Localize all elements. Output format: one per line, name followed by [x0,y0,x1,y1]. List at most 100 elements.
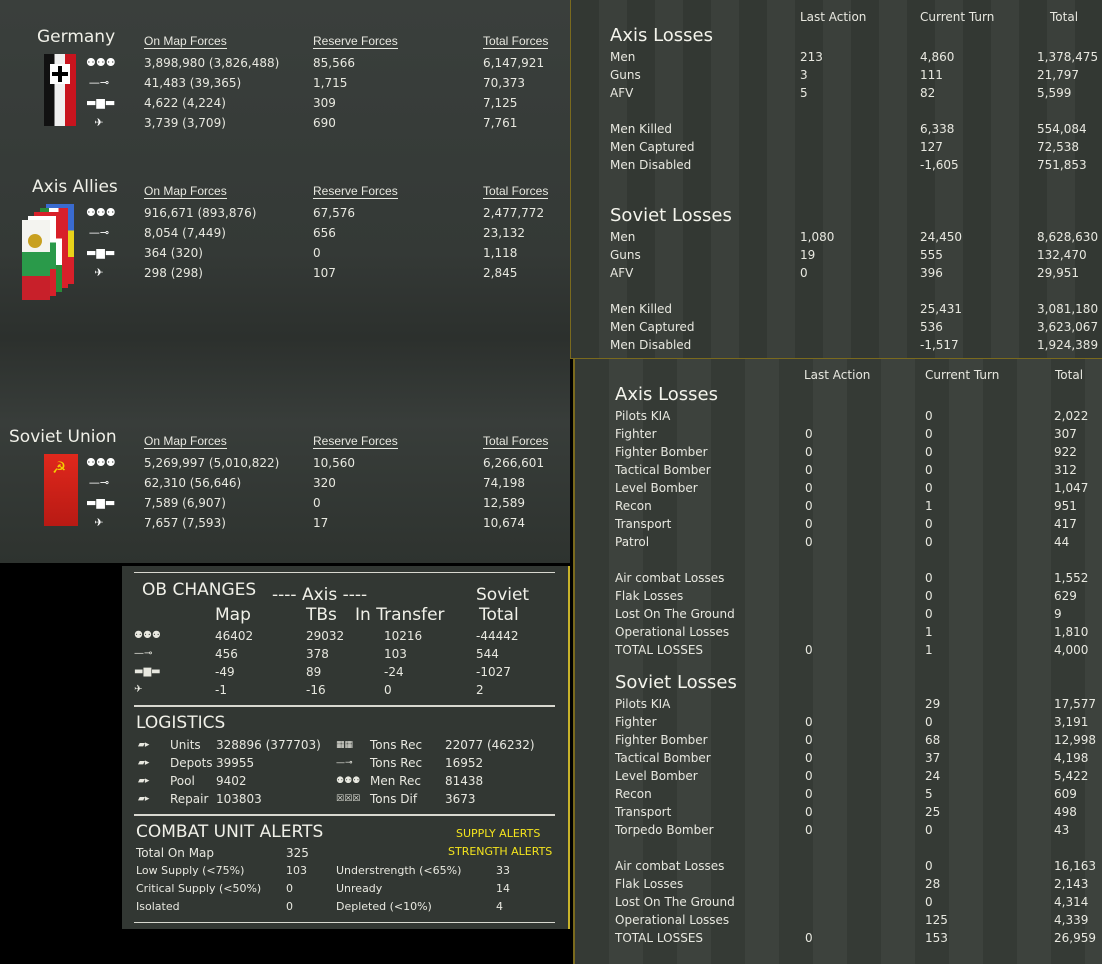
reserve-forces-value: 1,715 [313,76,348,90]
loss-last-action-value: 1,080 [800,230,835,244]
ground-losses-panel: Last Action Current Turn Total Axis Loss… [570,0,1102,359]
ob-logistics-alerts-panel: OB CHANGES ---- Axis ---- Soviet Map TBs… [122,566,570,929]
loss-last-action-value: 213 [800,50,823,64]
header-on-map-forces: On Map Forces [144,34,227,49]
loss-row-label: Men [610,230,636,244]
loss-total-value: 4,000 [1054,643,1089,657]
loss-current-turn-value: 0 [925,445,933,459]
aircraft-icon: ✈ [94,266,104,279]
loss-row-label: Air combat Losses [615,859,725,873]
loss-current-turn-value: 25 [925,805,941,819]
loss-total-value: 629 [1054,589,1077,603]
strength-alert-value: 14 [496,882,510,895]
header-reserve-forces: Reserve Forces [313,34,398,49]
gun-icon: —⊸ [88,226,110,239]
header-reserve-forces: Reserve Forces [313,184,398,199]
reserve-forces-value: 309 [313,96,336,110]
loss-last-action-value: 3 [800,68,808,82]
loss-total-value: 417 [1054,517,1077,531]
loss-current-turn-value: 0 [925,535,933,549]
total-forces-value: 2,477,772 [483,206,545,220]
loss-current-turn-value: 5 [925,787,933,801]
loss-row-label: Guns [610,68,641,82]
on-map-forces-value: 3,898,980 (3,826,488) [144,56,280,70]
ground-losses-grid: Axis Losses Men 213 4,860 1,378,475 Guns 3 111 2… [571,0,1102,358]
strength-alert-label: Depleted (<10%) [336,900,432,913]
loss-total-value: 21,797 [1037,68,1079,82]
header-total-forces: Total Forces [483,184,549,199]
loss-row-label: Men Captured [610,320,695,334]
loss-row-label: Recon [615,787,652,801]
loss-current-turn-value: 0 [925,823,933,837]
loss-current-turn-value: 0 [925,409,933,423]
loss-row-label: Operational Losses [615,625,730,639]
loss-current-turn-value: 111 [920,68,943,82]
loss-total-value: 17,577 [1054,697,1096,711]
reserve-forces-value: 107 [313,266,336,280]
loss-current-turn-value: 396 [920,266,943,280]
loss-current-turn-value: 28 [925,877,941,891]
loss-last-action-value: 0 [805,499,813,513]
loss-row-label: Fighter Bomber [615,445,708,459]
loss-current-turn-value: 37 [925,751,941,765]
reserve-forces-value: 10,560 [313,456,355,470]
on-map-forces-value: 4,622 (4,224) [144,96,226,110]
loss-last-action-value: 0 [805,805,813,819]
aircraft-icon: ✈ [94,516,104,529]
reserve-forces-value: 67,576 [313,206,355,220]
loss-total-value: 4,339 [1054,913,1089,927]
loss-total-value: 44 [1054,535,1070,549]
loss-current-turn-value: 6,338 [920,122,955,136]
loss-last-action-value: 0 [805,535,813,549]
total-forces-value: 12,589 [483,496,525,510]
supply-alert-label: Isolated [136,900,180,913]
loss-total-value: 751,853 [1037,158,1087,172]
loss-total-value: 1,924,389 [1037,338,1099,352]
loss-total-value: 4,198 [1054,751,1089,765]
strength-alert-value: 4 [496,900,503,913]
loss-current-turn-value: 125 [925,913,948,927]
loss-row-label: Recon [615,499,652,513]
loss-last-action-value: 0 [805,445,813,459]
header-total-forces: Total Forces [483,34,549,49]
on-map-forces-value: 7,657 (7,593) [144,516,226,530]
loss-current-turn-value: 127 [920,140,943,154]
loss-current-turn-value: 1 [925,499,933,513]
tank-icon: ▬▆▬ [86,246,116,259]
loss-row-label: Men Disabled [610,158,692,172]
loss-total-value: 609 [1054,787,1077,801]
loss-last-action-value: 0 [805,643,813,657]
supply-alert-value: 103 [286,864,307,877]
loss-current-turn-value: 24,450 [920,230,962,244]
loss-last-action-value: 0 [805,517,813,531]
loss-current-turn-value: 0 [925,427,933,441]
loss-current-turn-value: -1,517 [920,338,959,352]
supply-alert-label: Low Supply (<75%) [136,864,245,877]
header-reserve-forces: Reserve Forces [313,434,398,449]
air-losses-panel: Last Action Current Turn Total Axis Loss… [573,358,1102,964]
tank-icon: ▬▆▬ [86,496,116,509]
loss-total-value: 1,378,475 [1037,50,1099,64]
total-forces-value: 7,761 [483,116,518,130]
loss-total-value: 498 [1054,805,1077,819]
loss-row-label: Men Killed [610,302,673,316]
loss-row-label: Men [610,50,636,64]
loss-current-turn-value: 0 [925,589,933,603]
loss-row-label: Patrol [615,535,650,549]
on-map-forces-value: 298 (298) [144,266,203,280]
loss-current-turn-value: 4,860 [920,50,955,64]
loss-row-label: Level Bomber [615,769,698,783]
air-losses-grid: Axis Losses Pilots KIA 0 2,022 Fighter 0 0 307 F… [575,359,1102,964]
loss-last-action-value: 0 [805,823,813,837]
on-map-forces-value: 62,310 (56,646) [144,476,242,490]
losses-section-title: Soviet Losses [610,205,732,226]
infantry-icon: ⚉⚉⚉ [86,206,116,219]
loss-total-value: 26,959 [1054,931,1096,945]
loss-current-turn-value: 24 [925,769,941,783]
loss-total-value: 922 [1054,445,1077,459]
loss-total-value: 16,163 [1054,859,1096,873]
loss-row-label: Flak Losses [615,589,684,603]
loss-last-action-value: 0 [805,715,813,729]
total-forces-value: 7,125 [483,96,518,110]
loss-row-label: Level Bomber [615,481,698,495]
